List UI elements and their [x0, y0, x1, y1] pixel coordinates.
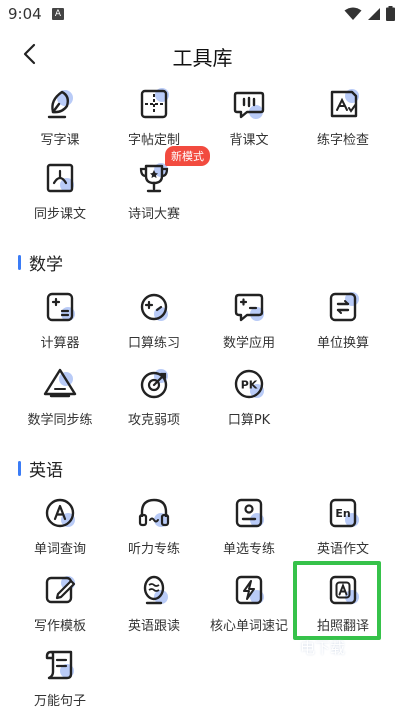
- tool-label: 数学同步练: [27, 413, 93, 428]
- camera-translate-icon: [329, 575, 359, 605]
- tool-math-sync[interactable]: 数学同步练: [14, 364, 106, 428]
- tool-label: 听力专练: [127, 542, 180, 557]
- signal-icon: [368, 7, 380, 20]
- letter-a-icon: [45, 498, 75, 528]
- tool-follow-reading[interactable]: 英语跟读: [108, 570, 200, 634]
- header: 工具库: [0, 30, 405, 78]
- status-bar: 9:04 A: [0, 0, 405, 28]
- headphones-icon: [138, 498, 170, 527]
- tool-label: 英语跟读: [127, 619, 180, 634]
- tool-core-words[interactable]: 核心单词速记: [203, 570, 295, 634]
- gamepad-icon: [140, 293, 168, 321]
- tool-label: 背课文: [229, 133, 269, 148]
- paper-check-icon: [330, 89, 359, 118]
- tool-label: 练字检查: [316, 133, 369, 148]
- tool-label: 核心单词速记: [209, 619, 288, 634]
- en-doc-icon: En: [329, 498, 359, 528]
- chat-math-icon: [234, 293, 264, 322]
- wifi-icon: [344, 7, 362, 20]
- tool-weak-points[interactable]: 攻克弱项: [108, 364, 200, 428]
- tool-label: 口算PK: [227, 413, 271, 428]
- tool-english-essay[interactable]: En 英语作文: [297, 493, 389, 557]
- page-title: 工具库: [172, 46, 233, 70]
- tool-copybook[interactable]: 字帖定制: [108, 84, 200, 148]
- triangle-icon: [43, 368, 77, 398]
- tool-math-application[interactable]: 数学应用: [203, 287, 295, 351]
- grid-paper-icon: [140, 88, 169, 119]
- tool-label: 数学应用: [222, 336, 275, 351]
- battery-icon: [386, 6, 395, 21]
- tool-writing-template[interactable]: 写作模板: [14, 570, 106, 634]
- tool-label: 单位换算: [316, 336, 369, 351]
- single-choice-icon: [235, 498, 264, 528]
- status-time: 9:04: [8, 5, 42, 23]
- new-mode-badge: 新模式: [165, 146, 210, 166]
- tool-oral-pk[interactable]: PK 口算PK: [203, 364, 295, 428]
- lightning-icon: [235, 575, 264, 605]
- section-marker: [18, 461, 21, 476]
- tool-calculator[interactable]: 计算器: [14, 287, 106, 351]
- section-title-text: 数学: [29, 255, 63, 275]
- status-icons: [344, 6, 395, 21]
- tool-label: 单选专练: [222, 542, 275, 557]
- tool-sync-text[interactable]: 同步课文: [14, 158, 106, 222]
- notification-icon: A: [52, 8, 64, 20]
- target-icon: [140, 369, 168, 399]
- sentence-doc-icon: [45, 650, 74, 680]
- tool-word-lookup[interactable]: 单词查询: [14, 493, 106, 557]
- tool-label: 拍照翻译: [316, 619, 369, 634]
- watermark: 电下载: [300, 639, 346, 657]
- tool-label: 同步课文: [33, 207, 86, 222]
- section-marker: [18, 255, 21, 270]
- tool-oral-practice[interactable]: 口算练习: [108, 287, 200, 351]
- tool-label: 英语作文: [316, 542, 369, 557]
- tool-label: 计算器: [40, 336, 80, 351]
- chat-bubble-icon: [233, 91, 265, 119]
- pk-icon: PK: [234, 369, 264, 399]
- tool-label: 单词查询: [33, 542, 86, 557]
- section-title-math: 数学: [18, 250, 63, 275]
- tool-unit-conversion[interactable]: 单位换算: [297, 287, 389, 351]
- tool-label: 万能句子: [33, 694, 86, 709]
- tool-versatile-sentences[interactable]: 万能句子: [14, 645, 106, 709]
- tool-label: 写字课: [40, 133, 80, 148]
- section-title-text: 英语: [29, 461, 63, 481]
- book-icon: [46, 163, 74, 193]
- tool-photo-translate[interactable]: 拍照翻译: [297, 570, 389, 634]
- tool-label: 口算练习: [127, 336, 180, 351]
- tool-write-lesson[interactable]: 写字课: [14, 84, 106, 148]
- svg-text:PK: PK: [241, 379, 258, 392]
- pen-nib-icon: [47, 90, 73, 119]
- tool-listening[interactable]: 听力专练: [108, 493, 200, 557]
- edit-template-icon: [45, 576, 76, 604]
- tool-poetry-contest[interactable]: 诗词大赛: [108, 158, 200, 222]
- tool-recite[interactable]: 背课文: [203, 84, 295, 148]
- speaker-icon: [143, 575, 168, 605]
- tool-label: 写作模板: [33, 619, 86, 634]
- equal-icon: [329, 292, 359, 322]
- calculator-icon: [46, 292, 75, 322]
- section-title-english: 英语: [18, 456, 63, 481]
- svg-text:En: En: [335, 507, 350, 520]
- tool-single-choice[interactable]: 单选专练: [203, 493, 295, 557]
- tool-label: 攻克弱项: [127, 413, 180, 428]
- tool-handwriting-check[interactable]: 练字检查: [297, 84, 389, 148]
- tool-label: 诗词大赛: [127, 207, 180, 222]
